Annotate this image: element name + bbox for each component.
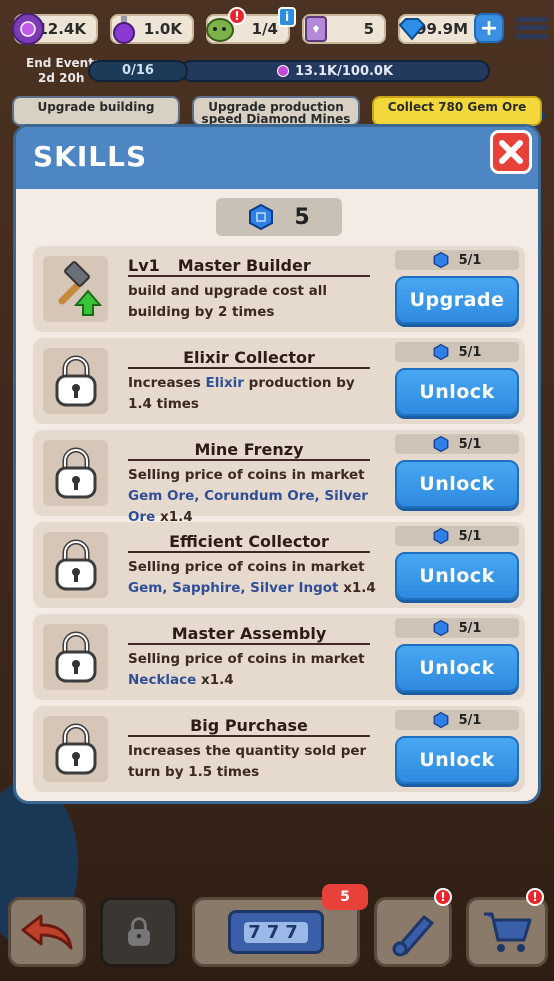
unlock-button[interactable]: Unlock [395, 368, 519, 416]
skill-row: Big Purchase Increases the quantity sold… [33, 706, 525, 792]
skill-cost: 5/1 [395, 618, 519, 638]
slot-machine-icon: 777 [228, 910, 324, 954]
quest-card[interactable]: Upgrade production speed Diamond Mines t… [192, 96, 360, 126]
quest-card[interactable]: Upgrade building [12, 96, 180, 126]
elixir-icon [276, 65, 289, 77]
elixir-counter[interactable]: 12.4K [12, 13, 98, 45]
unlock-button[interactable]: Unlock [395, 736, 519, 784]
modal-header: SKILLS [16, 127, 538, 189]
shop-button[interactable] [466, 897, 548, 967]
back-arrow-icon [21, 914, 73, 950]
skill-row: Elixir Collector Increases Elixir produc… [33, 338, 525, 424]
potion-value: 1.0K [143, 20, 182, 38]
ticket-value: 5 [363, 20, 374, 38]
elixir-value: 12.4K [37, 20, 86, 38]
ticket-counter[interactable]: 5 [302, 14, 386, 44]
upgrade-button[interactable]: Upgrade [395, 276, 519, 324]
lock-icon [43, 348, 108, 414]
skill-title: Elixir Collector [128, 347, 370, 369]
top-hud: 12.4K 1.0K 1/4 ! i 5 99.9M + [0, 0, 554, 48]
blue-gem-icon [433, 620, 448, 636]
unlock-button[interactable]: Unlock [395, 460, 519, 508]
lock-icon [43, 532, 108, 598]
goblin-alert-badge: ! [228, 7, 246, 25]
gem-counter[interactable]: 99.9M [398, 14, 480, 44]
skill-row: Mine Frenzy Selling price of coins in ma… [33, 430, 525, 525]
skill-description: Selling price of coins in market Necklac… [128, 651, 365, 688]
skill-description: Increases Elixir production by 1.4 times [128, 375, 355, 412]
bottom-bar: 777 5 ! ! [0, 884, 554, 972]
close-icon [499, 140, 523, 164]
skill-title: Efficient Collector [128, 531, 370, 553]
skill-cost: 5/1 [395, 342, 519, 362]
skill-cost: 5/1 [395, 434, 519, 454]
blue-gem-icon [433, 344, 448, 360]
skill-row: Lv1 Master Builder build and upgrade cost… [33, 246, 525, 332]
event-points-progress: 13.1K/100.0K [180, 60, 490, 82]
skill-row: Master Assembly Selling price of coins i… [33, 614, 525, 700]
skills-modal: SKILLS 5 Lv1 Master Builder build and upg… [13, 124, 541, 804]
skill-title: Big Purchase [128, 715, 370, 737]
scroll-alert-badge: ! [434, 888, 452, 906]
skill-row: Efficient Collector Selling price of coi… [33, 522, 525, 608]
modal-title: SKILLS [33, 140, 148, 173]
quest-strip: Upgrade building Upgrade production spee… [0, 96, 554, 126]
lock-icon [43, 624, 108, 690]
slot-notification-badge: 5 [322, 884, 368, 910]
shop-alert-badge: ! [526, 888, 544, 906]
blue-gem-icon [433, 252, 448, 268]
elixir-icon [12, 13, 44, 45]
skill-level: Lv1 [128, 256, 160, 275]
scroll-button[interactable] [374, 897, 452, 967]
skill-title: Lv1 Master Builder [128, 255, 370, 277]
event-bar: End Event: 2d 20h 13.1K/100.0K 0/16 [0, 54, 554, 145]
menu-icon[interactable] [514, 12, 550, 44]
skill-cost: 5/1 [395, 710, 519, 730]
goblin-counter[interactable]: 1/4 ! i [206, 7, 296, 44]
blue-gem-icon [433, 436, 448, 452]
skill-gem-balance: 5 [216, 198, 342, 236]
buy-gems-button[interactable]: + [474, 13, 504, 43]
lock-icon [43, 716, 108, 782]
skill-title: Mine Frenzy [128, 439, 370, 461]
unlock-button[interactable]: Unlock [395, 644, 519, 692]
hammer-upgrade-icon [43, 256, 108, 322]
blue-gem-icon [433, 528, 448, 544]
blue-gem-icon [433, 712, 448, 728]
skill-description: Selling price of coins in market Gem Ore… [128, 467, 368, 525]
diamond-icon [396, 13, 428, 45]
blue-gem-icon [249, 204, 274, 230]
lock-icon [43, 440, 108, 506]
event-stage-progress: 0/16 [88, 60, 188, 82]
back-button[interactable] [8, 897, 86, 967]
locked-slot-button[interactable] [100, 897, 178, 967]
potion-icon [108, 13, 140, 45]
quest-card[interactable]: Collect 780 Gem Ore [372, 96, 542, 126]
skill-cost: 5/1 [395, 250, 519, 270]
skill-description: Selling price of coins in market Gem, Sa… [128, 559, 376, 596]
goblin-value: 1/4 [251, 20, 278, 38]
scroll-icon [392, 914, 435, 957]
unlock-button[interactable]: Unlock [395, 552, 519, 600]
skill-description: Increases the quantity sold per turn by … [128, 743, 367, 780]
cart-icon [484, 912, 532, 952]
ticket-icon [300, 13, 332, 45]
skill-description: build and upgrade cost all building by 2… [128, 283, 328, 320]
skill-title: Master Assembly [128, 623, 370, 645]
close-button[interactable] [490, 130, 532, 174]
skill-cost: 5/1 [395, 526, 519, 546]
potion-counter[interactable]: 1.0K [110, 14, 194, 44]
goblin-info-badge[interactable]: i [278, 7, 296, 27]
lock-icon [128, 917, 150, 946]
